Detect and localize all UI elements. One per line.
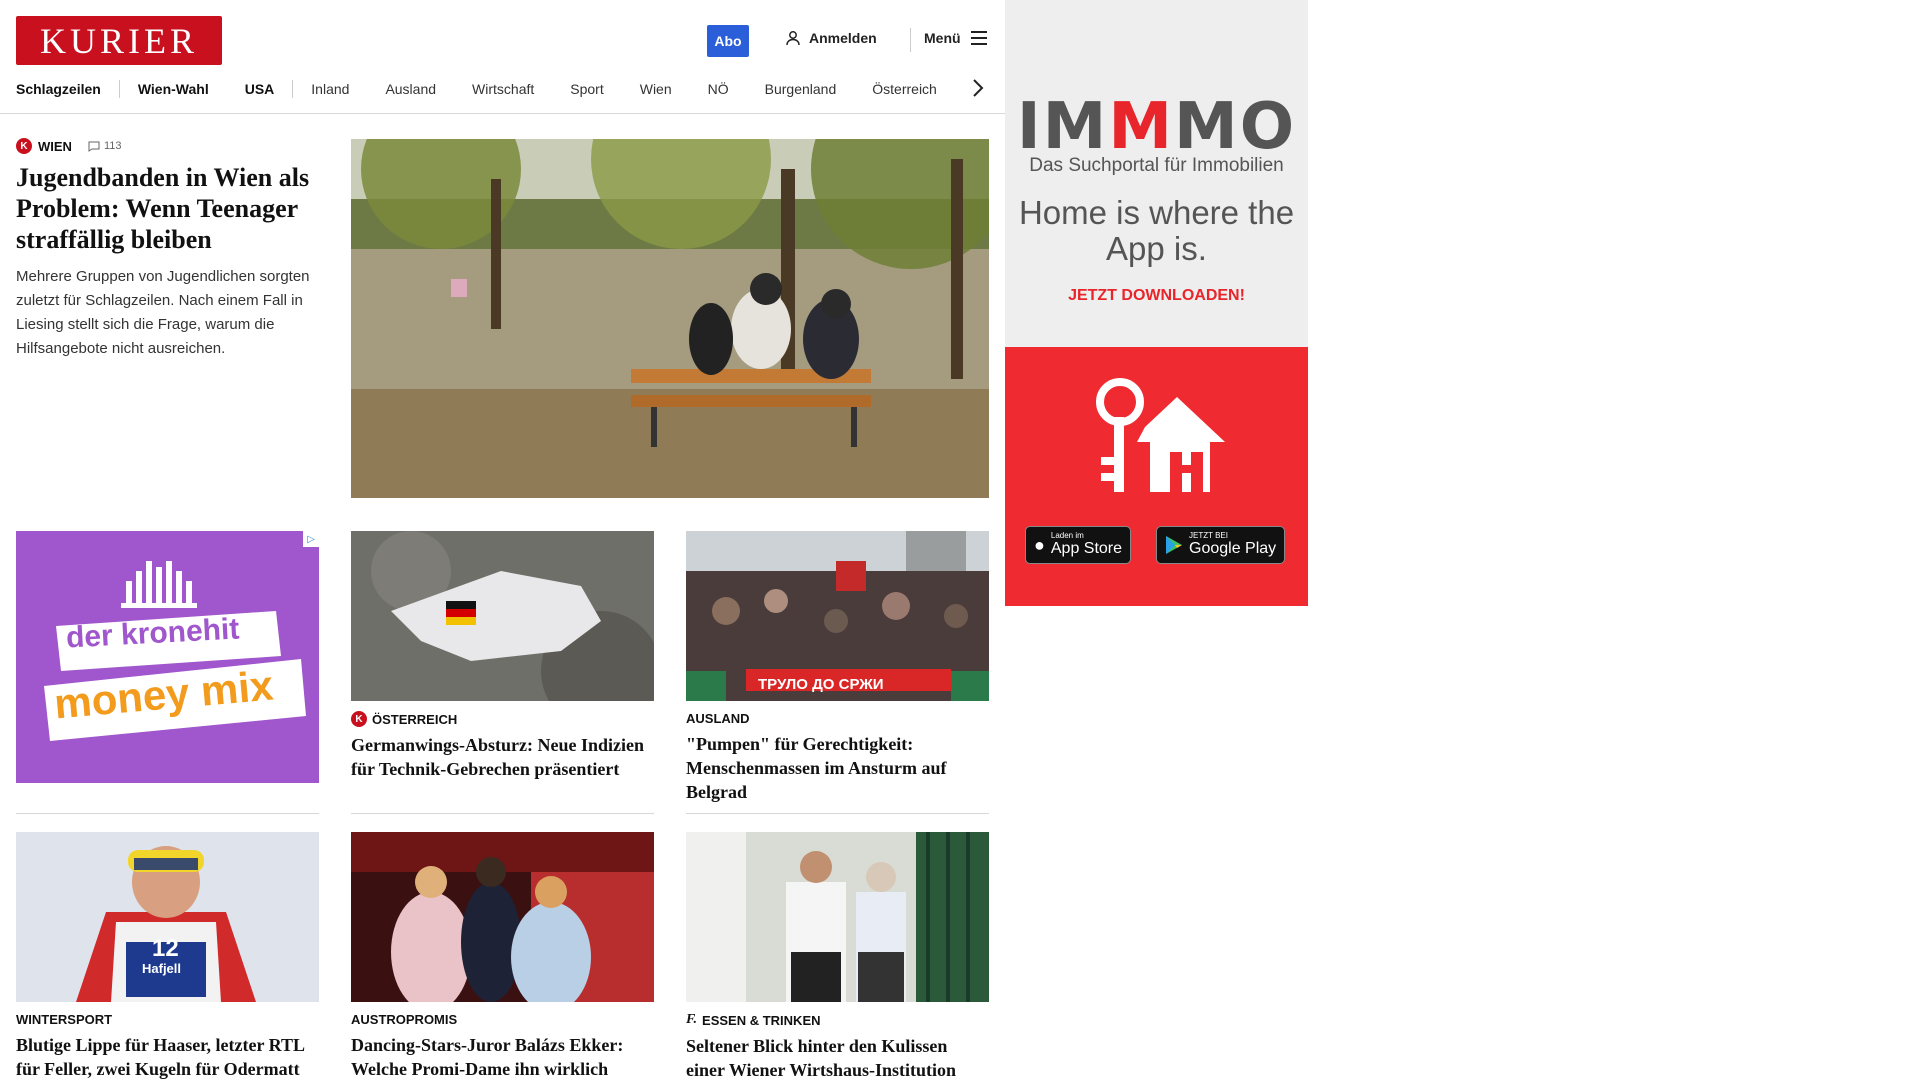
article-title[interactable]: Dancing-Stars-Juror Balázs Ekker: Welche… — [351, 1033, 654, 1080]
abo-button[interactable]: Abo — [707, 25, 749, 57]
main-content: KURIER Abo Anmelden Menü Schlagzeilen Wi… — [0, 0, 1005, 1080]
article-kicker-label: AUSTROPROMIS — [351, 1012, 458, 1027]
comment-count-value: 113 — [103, 140, 122, 152]
google-play-icon — [1166, 536, 1182, 554]
nav-item-wien-wahl[interactable]: Wien-Wahl — [120, 81, 227, 97]
comment-icon — [88, 141, 100, 152]
ski-bib-name: Hafjell — [142, 961, 182, 976]
key-house-icon — [1096, 378, 1225, 492]
nav-item-wirtschaft[interactable]: Wirtschaft — [454, 81, 552, 97]
article-kicker: AUSLAND — [686, 711, 989, 726]
immmo-logo-part2: M — [1108, 90, 1175, 164]
article-card[interactable]: f. ESSEN & TRINKEN Seltener Blick hinter… — [686, 832, 989, 1080]
login-button[interactable]: Anmelden — [785, 30, 877, 46]
google-play-button[interactable]: JETZT BEI Google Play — [1156, 526, 1286, 564]
immmo-slogan: Home is where the App is. — [1018, 194, 1295, 267]
fork-icon: f. — [686, 1012, 698, 1027]
menu-label: Menü — [924, 30, 961, 46]
nav-item-ausland[interactable]: Ausland — [367, 81, 454, 97]
immmo-logo: IMMMO — [1005, 90, 1308, 164]
lead-title[interactable]: Jugendbanden in Wien als Problem: Wenn T… — [16, 162, 321, 255]
nav-item-oesterreich[interactable]: Österreich — [854, 81, 955, 97]
immmo-logo-part3: MO — [1174, 90, 1297, 164]
article-image[interactable] — [686, 832, 989, 1002]
app-store-text: Laden im App Store — [1051, 532, 1122, 558]
article-card[interactable]: 12 Hafjell WINTERSPORT Blutige Lippe für… — [16, 832, 319, 1080]
app-store-button[interactable]: ● Laden im App Store — [1025, 526, 1132, 564]
immmo-ad[interactable]: IMMMO Das Suchportal für Immobilien Home… — [1005, 0, 1308, 606]
nav-item-noe[interactable]: NÖ — [690, 81, 747, 97]
article-kicker: AUSTROPROMIS — [351, 1012, 654, 1027]
comment-count[interactable]: 113 — [88, 140, 122, 152]
nav-item-usa[interactable]: USA — [227, 81, 293, 97]
app-store-big: App Store — [1050, 540, 1123, 557]
lead-kicker-label: WIEN — [38, 138, 72, 154]
lead-teaser: Mehrere Gruppen von Jugendlichen sorgten… — [16, 268, 310, 357]
article-title[interactable]: Blutige Lippe für Haaser, letzter RTL fü… — [16, 1033, 319, 1080]
lead-image[interactable] — [351, 139, 989, 498]
google-play-text: JETZT BEI Google Play — [1189, 532, 1276, 558]
chevron-right-icon[interactable] — [972, 78, 984, 104]
section-nav: Schlagzeilen Wien-Wahl USA Inland Auslan… — [16, 78, 955, 100]
ski-bib-number: 12 — [152, 935, 179, 962]
user-icon — [786, 31, 800, 46]
logo-text: KURIER — [40, 20, 198, 61]
article-card[interactable]: ТРУЛО ДО СРЖИ AUSLAND "Pumpen" für Gerec… — [686, 531, 989, 804]
immmo-logo-part1: IM — [1016, 90, 1109, 164]
lead-kicker: K WIEN 113 — [16, 138, 321, 154]
article-kicker: f. ESSEN & TRINKEN — [686, 1012, 989, 1028]
menu-button[interactable]: Menü — [924, 30, 989, 46]
app-store-small: Laden im — [1050, 531, 1084, 540]
article-image[interactable]: ТРУЛО ДО СРЖИ — [686, 531, 989, 701]
article-card[interactable]: AUSTROPROMIS Dancing-Stars-Juror Balázs … — [351, 832, 654, 1080]
article-kicker-label: AUSLAND — [686, 711, 750, 726]
article-image[interactable] — [351, 832, 654, 1002]
lead-article[interactable]: K WIEN 113 Jugendbanden in Wien als Prob… — [16, 138, 321, 361]
nav-item-inland[interactable]: Inland — [293, 81, 367, 97]
article-kicker-label: WINTERSPORT — [16, 1012, 113, 1027]
kurier-plus-icon: K — [16, 138, 32, 154]
site-header: KURIER Abo Anmelden Menü Schlagzeilen Wi… — [0, 0, 1005, 114]
apple-icon: ● — [1034, 534, 1045, 555]
header-divider — [910, 28, 911, 52]
kurier-plus-icon: K — [351, 711, 367, 727]
article-title[interactable]: Germanwings-Absturz: Neue Indizien für T… — [351, 733, 654, 781]
article-title[interactable]: Seltener Blick hinter den Kulissen einer… — [686, 1034, 989, 1080]
kronehit-ad[interactable]: ▷ der kronehit money mix — [16, 531, 319, 783]
hamburger-icon — [970, 31, 987, 45]
nav-item-schlagzeilen[interactable]: Schlagzeilen — [16, 81, 119, 97]
article-kicker-label: ÖSTERREICH — [372, 711, 458, 727]
article-kicker-label: ESSEN & TRINKEN — [702, 1012, 821, 1028]
immmo-ad-top: IMMMO Das Suchportal für Immobilien Home… — [1005, 0, 1308, 347]
protest-banner-text: ТРУЛО ДО СРЖИ — [758, 676, 884, 693]
nav-item-sport[interactable]: Sport — [552, 81, 621, 97]
nav-item-wien[interactable]: Wien — [622, 81, 690, 97]
article-kicker: K ÖSTERREICH — [351, 711, 654, 727]
kurier-logo[interactable]: KURIER — [16, 16, 222, 65]
login-label: Anmelden — [809, 30, 877, 46]
article-image[interactable] — [351, 531, 654, 701]
immmo-subtitle: Das Suchportal für Immobilien — [1029, 155, 1284, 176]
row-divider — [686, 813, 989, 814]
immmo-ad-bottom: ● Laden im App Store JETZT BEI Google Pl… — [1005, 347, 1308, 606]
article-image[interactable]: 12 Hafjell — [16, 832, 319, 1002]
row-divider — [16, 813, 319, 814]
row-divider — [351, 813, 654, 814]
download-cta[interactable]: JETZT DOWNLOADEN! — [1005, 287, 1308, 305]
article-kicker: WINTERSPORT — [16, 1012, 319, 1027]
adchoices-icon[interactable]: ▷ — [303, 531, 319, 547]
nav-item-burgenland[interactable]: Burgenland — [747, 81, 855, 97]
google-play-small: JETZT BEI — [1189, 531, 1228, 540]
article-title[interactable]: "Pumpen" für Gerechtigkeit: Menschenmass… — [686, 732, 989, 804]
article-card[interactable]: K ÖSTERREICH Germanwings-Absturz: Neue I… — [351, 531, 654, 781]
google-play-big: Google Play — [1189, 540, 1277, 557]
